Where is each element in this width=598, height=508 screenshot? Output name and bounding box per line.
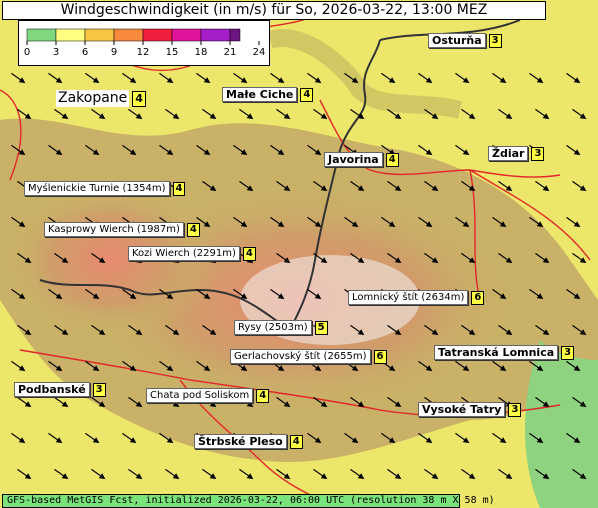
legend-tick-label: 21 <box>224 47 237 58</box>
station-name: Vysoké Tatry <box>418 402 506 417</box>
peak-label: Rysy (2503m) 5 <box>234 320 328 335</box>
legend-tick-label: 12 <box>137 47 150 58</box>
station-label: Zakopane 4 <box>56 90 146 107</box>
wind-value: 3 <box>561 345 575 360</box>
legend-tick-label: 18 <box>195 47 208 58</box>
legend-color-bin <box>113 28 144 42</box>
wind-map: Windgeschwindigkeit (in m/s) für So, 202… <box>0 0 598 508</box>
station-label: Podbanské 3 <box>14 382 106 397</box>
station-name: Ždiar <box>488 146 529 161</box>
peak-name: Lomnický štít (2634m) <box>348 290 469 305</box>
legend-tick-label: 0 <box>24 47 30 58</box>
legend-color-bin <box>26 28 57 42</box>
map-title: Windgeschwindigkeit (in m/s) für So, 202… <box>2 1 546 20</box>
station-name: Podbanské <box>14 382 90 397</box>
peak-label: Chata pod Soliskom 4 <box>146 388 270 403</box>
legend-color-bin <box>142 28 173 42</box>
wind-value: 4 <box>289 434 303 449</box>
wind-value: 6 <box>373 349 387 364</box>
legend-tick-label: 15 <box>166 47 179 58</box>
wind-value: 4 <box>385 152 399 167</box>
peak-name: Chata pod Soliskom <box>146 388 254 403</box>
peak-name: Myślenickie Turnie (1354m) <box>24 181 170 196</box>
peak-name: Rysy (2503m) <box>234 320 312 335</box>
wind-value: 3 <box>488 33 502 48</box>
station-name: Osturňa <box>428 33 486 48</box>
legend-color-bin <box>84 28 115 42</box>
legend-scale: 0 3 6 9 12 15 18 21 24 <box>24 28 266 58</box>
terrain-layer <box>0 0 598 508</box>
wind-value: 6 <box>471 290 485 305</box>
legend-color-bin <box>229 28 241 42</box>
station-name: Zakopane <box>56 90 130 107</box>
station-name: Tatranská Lomnica <box>434 345 559 360</box>
station-label: Małe Ciche 4 <box>222 87 314 102</box>
legend-color-bin <box>171 28 202 42</box>
wind-value: 4 <box>256 388 270 403</box>
station-label: Tatranská Lomnica 3 <box>434 345 575 360</box>
peak-name: Gerlachovský štít (2655m) <box>230 349 371 364</box>
color-legend: 0 3 6 9 12 15 18 21 24 <box>18 20 270 66</box>
legend-tick-label: 9 <box>111 47 117 58</box>
legend-tick-label: 6 <box>82 47 88 58</box>
station-label: Štrbské Pleso 4 <box>194 434 303 449</box>
legend-tick-label: 24 <box>253 47 266 58</box>
wind-value: 3 <box>508 402 522 417</box>
station-name: Javorina <box>324 152 383 167</box>
wind-value: 4 <box>172 181 186 196</box>
wind-value: 3 <box>531 146 545 161</box>
peak-label: Myślenickie Turnie (1354m) 4 <box>24 181 186 196</box>
green-lowland <box>525 340 598 508</box>
peak-label: Kozi Wierch (2291m) 4 <box>128 246 256 261</box>
wind-value: 4 <box>242 246 256 261</box>
station-label: Ždiar 3 <box>488 146 545 161</box>
legend-color-bin <box>55 28 86 42</box>
peak-name: Kozi Wierch (2291m) <box>128 246 240 261</box>
station-label: Javorina 4 <box>324 152 399 167</box>
station-label: Vysoké Tatry 3 <box>418 402 522 417</box>
station-label: Osturňa 3 <box>428 33 502 48</box>
wind-value: 3 <box>92 382 106 397</box>
forecast-footer: GFS-based MetGIS Fcst, initialized 2026-… <box>2 494 495 508</box>
station-name: Małe Ciche <box>222 87 298 102</box>
legend-tick-label: 3 <box>53 47 59 58</box>
peak-label: Gerlachovský štít (2655m) 6 <box>230 349 387 364</box>
wind-value: 4 <box>300 87 314 102</box>
wind-value: 4 <box>186 222 200 237</box>
wind-value: 4 <box>132 90 146 107</box>
peak-name: Kasprowy Wierch (1987m) <box>44 222 184 237</box>
wind-value: 5 <box>314 320 328 335</box>
legend-color-bin <box>200 28 231 42</box>
peak-label: Lomnický štít (2634m) 6 <box>348 290 485 305</box>
peak-label: Kasprowy Wierch (1987m) 4 <box>44 222 200 237</box>
station-name: Štrbské Pleso <box>194 434 287 449</box>
